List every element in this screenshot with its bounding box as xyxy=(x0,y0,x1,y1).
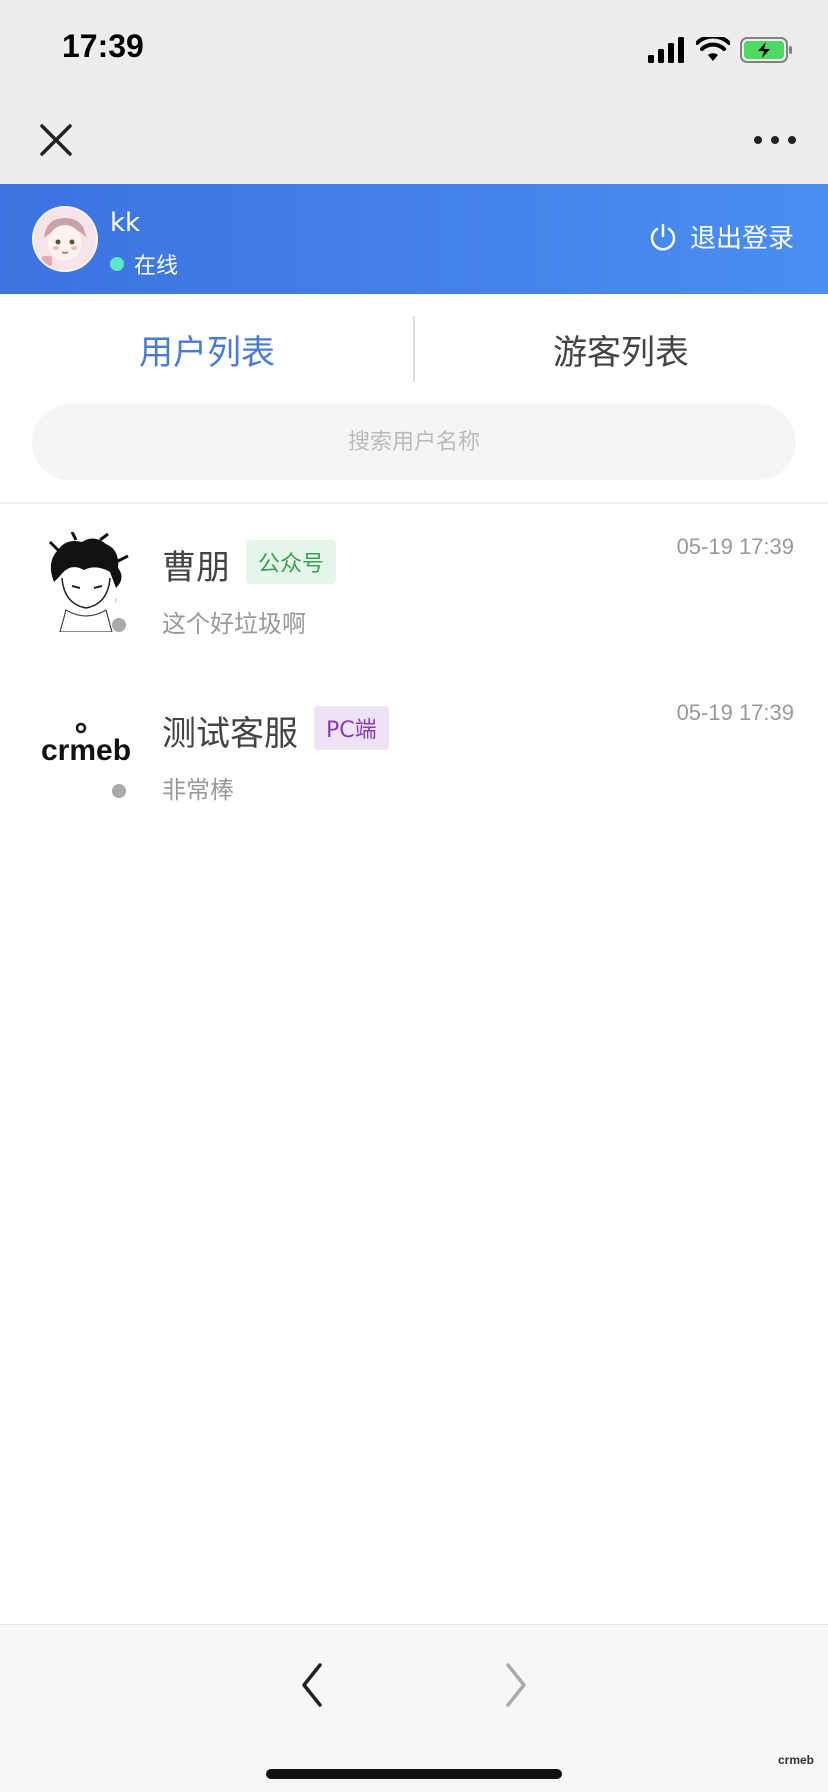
more-icon[interactable] xyxy=(752,126,798,154)
tab-guest-list[interactable]: 游客列表 xyxy=(414,294,828,404)
browser-toolbar: crmeb xyxy=(0,1624,828,1792)
signal-icon xyxy=(648,37,684,63)
source-tag: PC端 xyxy=(314,706,389,750)
offline-dot-icon xyxy=(112,784,126,798)
conversation-time: 05-19 17:39 xyxy=(676,534,794,559)
list-item[interactable]: ♪ 曹朋 公众号 这个好垃圾啊 05-19 17:39 xyxy=(0,504,828,670)
online-dot-icon xyxy=(110,257,124,271)
conversation-message: 非常棒 xyxy=(162,776,234,804)
watermark-logo: crmeb xyxy=(777,1753,814,1767)
avatar: crmeb xyxy=(36,698,136,798)
logout-label: 退出登录 xyxy=(689,224,794,254)
search-input[interactable] xyxy=(32,404,796,480)
conversation-name: 曹朋 xyxy=(162,548,230,588)
battery-icon xyxy=(740,37,792,63)
anime-avatar-icon: ♪ xyxy=(36,532,136,632)
status-time: 17:39 xyxy=(62,28,144,64)
avatar[interactable] xyxy=(32,206,98,272)
online-status-text: 在线 xyxy=(134,254,179,279)
conversation-list: ♪ 曹朋 公众号 这个好垃圾啊 05-19 17:39 crmeb 测试客服 P… xyxy=(0,504,828,836)
list-tabs: 用户列表 游客列表 xyxy=(0,294,828,404)
nav-bar xyxy=(0,100,828,184)
home-indicator[interactable] xyxy=(266,1769,562,1779)
conversation-message: 这个好垃圾啊 xyxy=(162,610,306,638)
status-icons xyxy=(648,34,794,66)
conversation-name: 测试客服 xyxy=(162,714,298,754)
wifi-icon xyxy=(696,37,730,61)
list-item[interactable]: crmeb 测试客服 PC端 非常棒 05-19 17:39 xyxy=(0,670,828,836)
status-bar: 17:39 xyxy=(0,0,828,100)
conversation-time: 05-19 17:39 xyxy=(676,700,794,725)
forward-arrow-icon[interactable] xyxy=(494,1655,538,1715)
tab-user-list[interactable]: 用户列表 xyxy=(0,294,414,404)
source-tag: 公众号 xyxy=(246,540,337,584)
close-icon[interactable] xyxy=(36,120,76,160)
avatar: ♪ xyxy=(36,532,136,632)
online-status: 在线 xyxy=(110,248,178,280)
svg-text:crmeb: crmeb xyxy=(41,734,131,767)
user-avatar-icon xyxy=(34,208,96,270)
back-arrow-icon[interactable] xyxy=(290,1655,334,1715)
search-bar xyxy=(32,404,796,480)
user-name: kk xyxy=(110,208,141,238)
crmeb-logo-icon: crmeb xyxy=(36,698,136,798)
logout-button[interactable]: 退出登录 xyxy=(648,218,794,255)
profile-header: kk 在线 退出登录 xyxy=(0,184,828,294)
svg-text:♪: ♪ xyxy=(114,597,118,604)
power-icon xyxy=(650,223,676,250)
offline-dot-icon xyxy=(112,618,126,632)
